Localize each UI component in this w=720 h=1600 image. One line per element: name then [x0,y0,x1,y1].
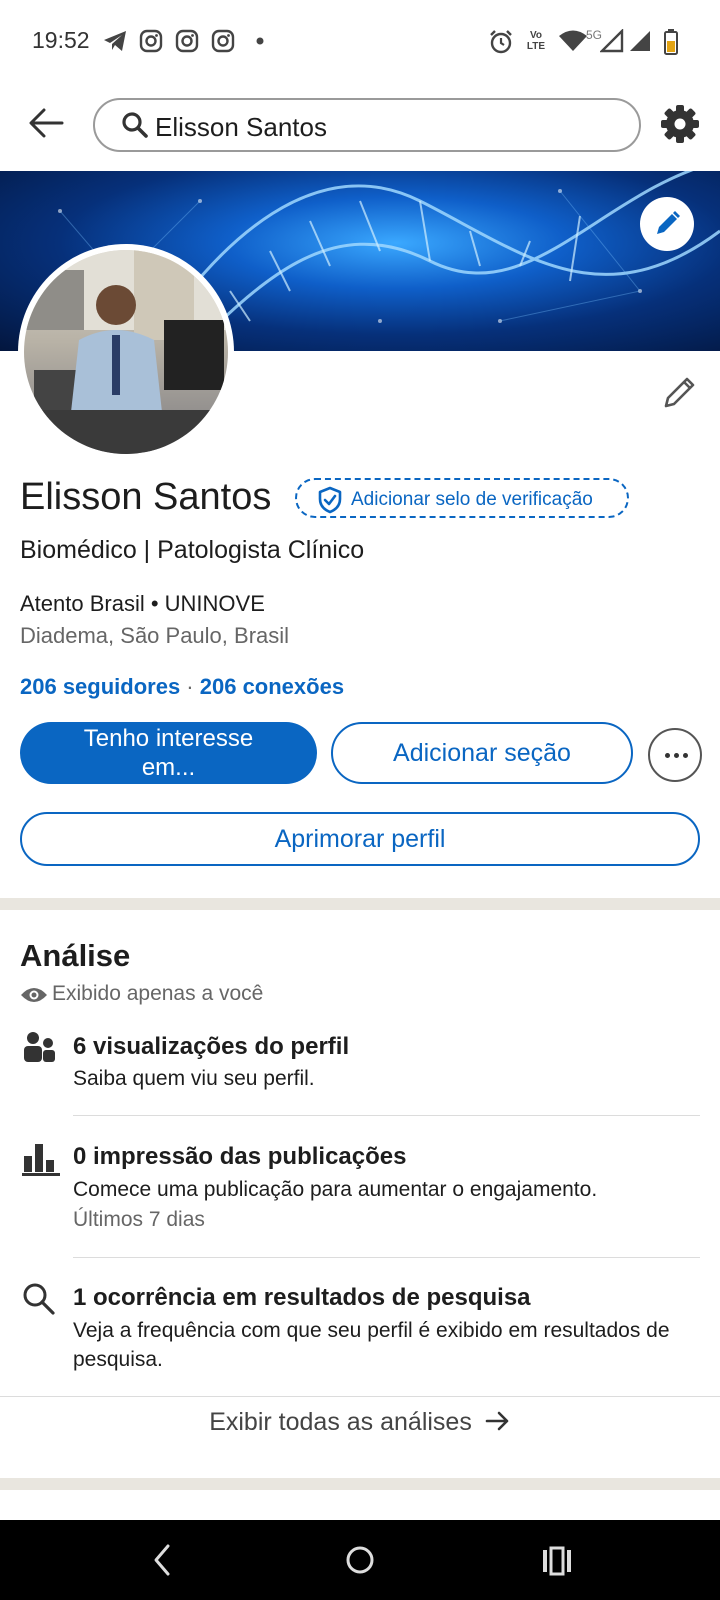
search-value: Elisson Santos [155,112,327,142]
improve-profile-button[interactable]: Aprimorar perfil [20,812,700,866]
section-divider [0,1478,720,1490]
status-time: 19:52 [32,27,90,53]
profile-headline: Biomédico | Patologista Clínico [20,536,365,564]
arrow-right-icon [485,1411,509,1431]
open-to-label-line1: Tenho interesse [83,725,254,752]
profile-name: Elisson Santos [20,476,272,518]
open-to-label-line2: em... [141,754,196,781]
search-appearances-title[interactable]: 1 ocorrência em resultados de pesquisa [73,1284,531,1312]
search-icon [122,112,148,138]
profile-views-title[interactable]: 6 visualizações do perfil [73,1033,349,1061]
profile-photo[interactable] [18,244,234,460]
more-dot [674,753,679,758]
gear-icon[interactable] [660,104,700,144]
divider [73,1115,700,1116]
shield-check-icon [318,486,342,514]
add-verification-badge-button[interactable]: Adicionar selo de verificação [295,478,629,518]
eye-icon [21,988,47,1002]
show-all-analytics-link[interactable]: Exibir todas as análises [0,1408,720,1437]
more-options-button[interactable] [648,728,702,782]
profile-views-text: Saiba quem viu seu perfil. [73,1067,315,1090]
verification-label: Adicionar selo de verificação [351,489,593,510]
bar-chart-icon [22,1144,60,1176]
post-impressions-text: Comece uma publicação para aumentar o en… [73,1178,598,1201]
battery-icon [664,29,678,55]
divider [73,1257,700,1258]
pencil-icon [657,211,680,234]
nav-back-icon[interactable] [150,1540,174,1580]
more-dot [665,753,670,758]
analytics-visibility-note: Exibido apenas a você [52,982,264,1005]
connections-link[interactable]: 206 conexões [200,674,344,699]
dot-icon [256,37,264,45]
edit-banner-button[interactable] [640,197,694,251]
show-all-label: Exibir todas as análises [209,1408,472,1436]
volte-icon: Vo LTE [526,30,546,52]
nav-recents-icon[interactable] [542,1540,572,1580]
instagram-icon [211,29,235,53]
add-section-button[interactable]: Adicionar seção [331,722,633,784]
more-dot [683,753,688,758]
followers-link[interactable]: 206 seguidores [20,674,180,699]
person-photo [24,250,228,454]
status-bar: 19:52 Vo LTE 5G [0,0,720,84]
post-impressions-period: Últimos 7 dias [73,1208,205,1231]
network-separator: · [180,674,200,699]
signal-icon [600,29,624,53]
profile-company: Atento Brasil • UNINOVE [20,591,265,616]
profile-network: 206 seguidores · 206 conexões [20,674,344,700]
telegram-icon [104,31,126,51]
open-to-button[interactable]: Tenho interesse em... [20,722,317,784]
nav-home-icon[interactable] [345,1540,375,1580]
wifi-icon [559,30,587,51]
alarm-icon [490,30,512,54]
instagram-icon [175,29,199,53]
search-input[interactable]: Elisson Santos [93,98,641,152]
back-arrow-icon[interactable] [24,101,68,145]
people-icon [24,1032,55,1062]
profile-location: Diadema, São Paulo, Brasil [20,623,290,648]
post-impressions-title[interactable]: 0 impressão das publicações [73,1143,406,1171]
edit-profile-pencil-icon[interactable] [660,372,700,412]
analytics-title: Análise [20,938,131,973]
system-navigation-bar [0,1520,720,1600]
search-icon [23,1283,55,1315]
signal-icon [630,31,650,51]
instagram-icon [139,29,163,53]
section-divider [0,898,720,910]
divider [0,1396,720,1397]
search-appearances-text: Veja a frequência com que seu perfil é e… [73,1319,670,1371]
